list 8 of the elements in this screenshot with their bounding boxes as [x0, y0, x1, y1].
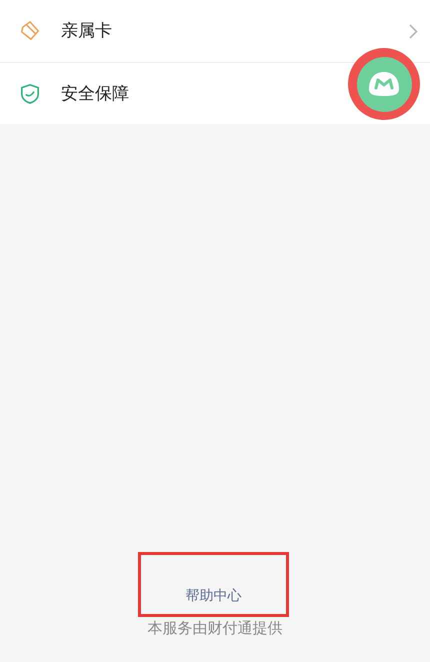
menu-item-label: 安全保障	[61, 82, 129, 105]
chevron-right-icon	[409, 24, 418, 38]
menu-item[interactable]: 亲属卡	[0, 0, 430, 62]
menu-item-label: 亲属卡	[61, 20, 112, 42]
provider-note: 本服务由财付通提供	[148, 618, 282, 638]
card-icon	[19, 20, 41, 42]
help-center-link[interactable]: 帮助中心	[186, 584, 242, 606]
shield-check-icon	[20, 82, 40, 104]
